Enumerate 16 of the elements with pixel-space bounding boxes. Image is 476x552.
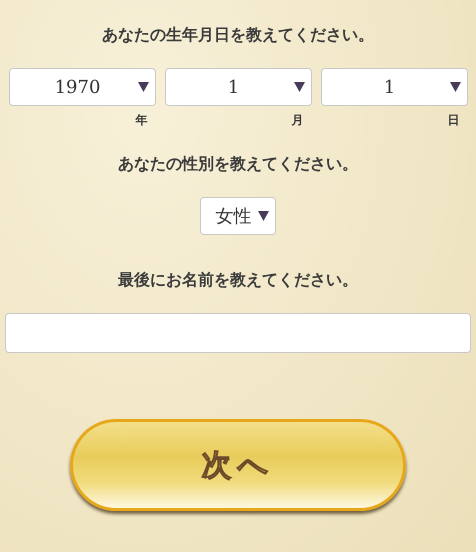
- unit-label: 年: [136, 112, 148, 129]
- unit-label: 月: [292, 112, 304, 129]
- question-text: あなたの生年月日を教えてください。: [102, 24, 374, 46]
- next-button[interactable]: 次へ: [70, 419, 406, 511]
- date-select[interactable]: 1970: [8, 68, 156, 106]
- caret-icon: [138, 82, 148, 92]
- question-text: あなたの性別を教えてください。: [118, 153, 358, 175]
- gender-select[interactable]: 女性: [200, 197, 276, 235]
- caret-icon: [294, 82, 304, 92]
- caret-icon: [258, 211, 269, 221]
- name-field[interactable]: [5, 313, 471, 353]
- caret-icon: [450, 82, 460, 92]
- date-select[interactable]: 1: [320, 68, 468, 106]
- date-select[interactable]: 1: [164, 68, 312, 106]
- question-text: 最後にお名前を教えてください。: [118, 269, 358, 291]
- unit-label: 日: [448, 112, 460, 129]
